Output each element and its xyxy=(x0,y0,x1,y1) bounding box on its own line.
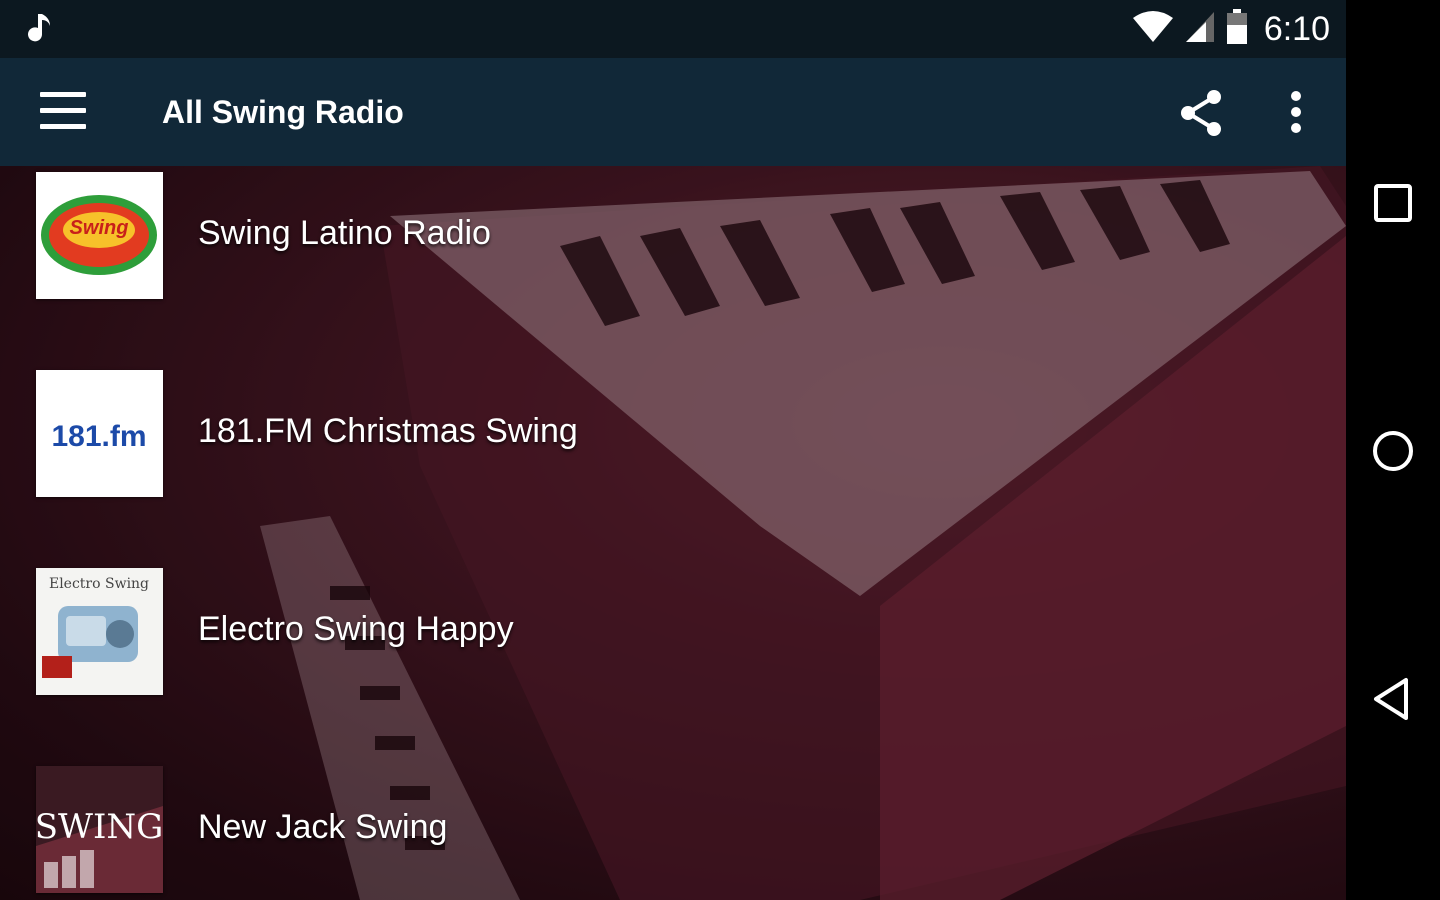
status-time: 6:10 xyxy=(1263,9,1330,48)
station-name: Swing Latino Radio xyxy=(198,214,491,252)
more-vert-icon[interactable] xyxy=(1282,88,1310,138)
logo-text: 181.fm xyxy=(51,420,146,453)
station-name: Electro Swing Happy xyxy=(198,610,514,648)
music-note-icon xyxy=(28,12,56,51)
station-name: New Jack Swing xyxy=(198,808,448,846)
station-logo-electro-swing: Electro Swing xyxy=(36,568,163,695)
status-bar: 6:10 xyxy=(0,0,1346,58)
battery-icon xyxy=(1226,8,1248,50)
menu-icon[interactable] xyxy=(40,92,86,132)
station-logo-new-jack-swing: SWING xyxy=(36,766,163,893)
cell-signal-icon xyxy=(1184,10,1216,49)
app-window: 6:10 All Swing Radio Swing Swing Latino … xyxy=(0,0,1346,900)
station-logo-181fm: 181.fm xyxy=(36,370,163,497)
station-name: 181.FM Christmas Swing xyxy=(198,412,578,450)
status-icons: 6:10 xyxy=(1132,8,1330,50)
share-icon[interactable] xyxy=(1178,88,1226,138)
station-item[interactable]: Electro Swing Electro Swing Happy xyxy=(0,562,1346,702)
home-icon[interactable] xyxy=(1370,428,1416,474)
recents-icon[interactable] xyxy=(1370,180,1416,226)
logo-text: Swing xyxy=(70,217,129,239)
station-logo-swing-latino: Swing xyxy=(36,172,163,299)
wifi-icon xyxy=(1132,10,1174,49)
app-title: All Swing Radio xyxy=(162,94,404,130)
station-item[interactable]: 181.fm 181.FM Christmas Swing xyxy=(0,364,1346,504)
logo-text: Electro Swing xyxy=(49,576,149,592)
station-list-container[interactable]: Swing Swing Latino Radio 181.fm 181.FM C… xyxy=(0,166,1346,900)
system-nav-bar xyxy=(1346,0,1440,900)
station-item[interactable]: Swing Swing Latino Radio xyxy=(0,166,1346,306)
logo-text: SWING xyxy=(36,807,163,847)
station-item[interactable]: SWING New Jack Swing xyxy=(0,760,1346,900)
app-bar: All Swing Radio xyxy=(0,58,1346,166)
back-icon[interactable] xyxy=(1370,676,1416,722)
